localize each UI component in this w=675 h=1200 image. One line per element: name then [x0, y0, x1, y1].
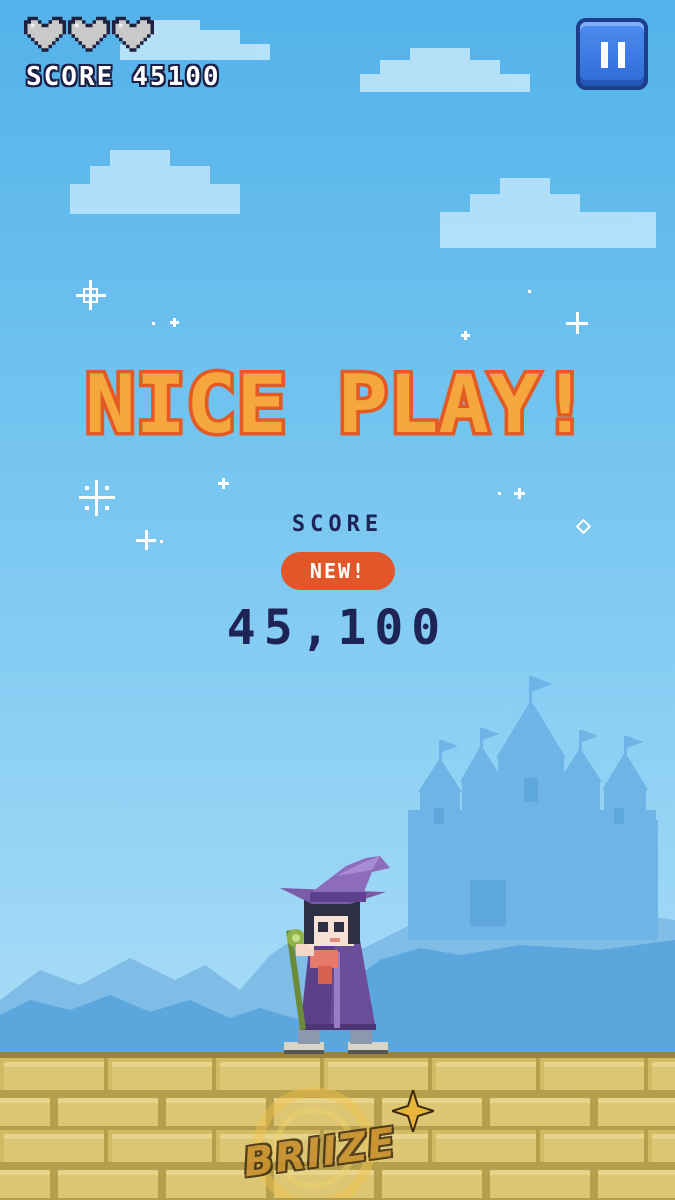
hud-score-label: SCORE — [26, 62, 115, 92]
hud-score: SCORE 45100 — [26, 62, 221, 92]
new-record-badge: NEW! — [281, 552, 395, 590]
result-score-label: SCORE — [291, 512, 384, 537]
hud-score-value: 45100 — [132, 62, 221, 92]
heart-icon — [112, 16, 154, 52]
pause-icon — [601, 42, 625, 68]
heart-icon — [68, 16, 110, 52]
star-icon — [392, 1090, 434, 1132]
lives-meter — [24, 16, 154, 56]
pause-button[interactable] — [576, 18, 648, 90]
result-headline-text: NICE PLAY! — [85, 362, 590, 450]
result-headline: NICE PLAY! — [82, 362, 594, 450]
result-score-value: 45,100 — [226, 600, 449, 656]
game-screen: SCORE 45100 NICE PLAY! SCORE NEW! 45,100… — [0, 0, 675, 1200]
heart-icon — [24, 16, 66, 52]
